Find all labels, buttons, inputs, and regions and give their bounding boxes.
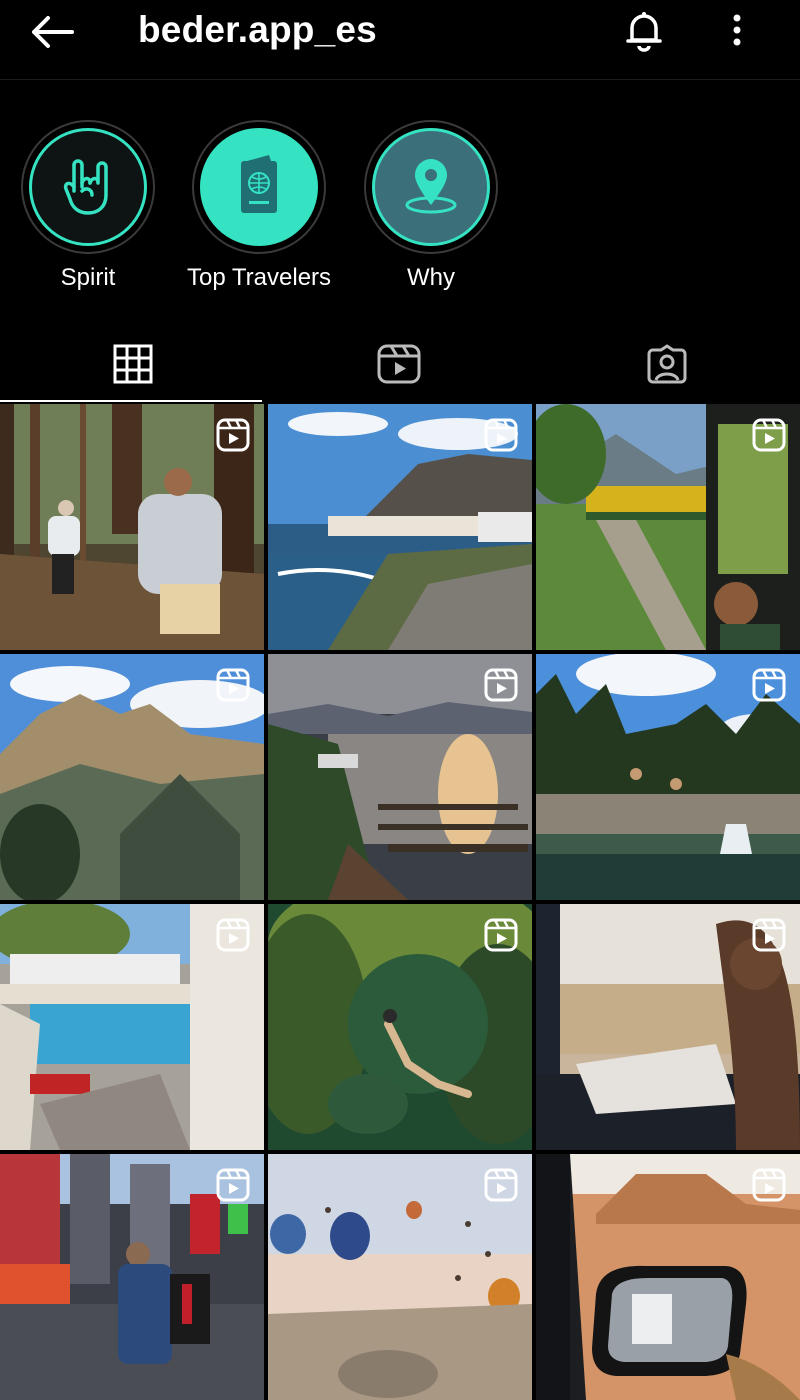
location-pin-icon — [372, 128, 490, 246]
top-bar: beder.app_es — [0, 0, 800, 80]
tab-reels[interactable] — [266, 326, 532, 402]
grid-post[interactable] — [268, 654, 532, 900]
profile-username: beder.app_es — [138, 9, 377, 50]
bell-icon[interactable] — [620, 6, 668, 54]
profile-tabs — [0, 326, 800, 402]
highlight-why[interactable]: Why — [346, 120, 516, 292]
more-vertical-icon[interactable] — [722, 10, 752, 50]
rock-hand-icon — [29, 128, 147, 246]
grid-post[interactable] — [0, 654, 264, 900]
reel-icon — [752, 1168, 786, 1202]
highlight-label: Top Travelers — [186, 264, 332, 291]
reel-icon — [484, 918, 518, 952]
grid-post[interactable] — [536, 404, 800, 650]
highlight-ring — [21, 120, 155, 254]
reel-icon — [216, 418, 250, 452]
grid-post[interactable] — [268, 1154, 532, 1400]
tagged-user-icon — [647, 344, 687, 384]
tab-grid[interactable] — [0, 326, 266, 402]
highlight-top-travelers[interactable]: Top Travelers — [174, 120, 344, 292]
grid-post[interactable] — [536, 1154, 800, 1400]
reel-icon — [216, 918, 250, 952]
grid-post[interactable] — [268, 404, 532, 650]
grid-post[interactable] — [0, 404, 264, 650]
active-tab-indicator — [0, 400, 262, 402]
highlight-label: Why — [407, 264, 455, 291]
reel-icon — [484, 1168, 518, 1202]
reel-icon — [216, 668, 250, 702]
grid-post[interactable] — [268, 904, 532, 1150]
reel-icon — [216, 1168, 250, 1202]
highlight-spirit[interactable]: Spirit — [3, 120, 173, 292]
posts-grid — [0, 404, 800, 1400]
grid-post[interactable] — [0, 904, 264, 1150]
arrow-left-icon[interactable] — [28, 12, 76, 52]
reel-icon — [484, 668, 518, 702]
highlight-label: Spirit — [60, 264, 116, 291]
reel-icon — [484, 418, 518, 452]
reel-icon — [752, 668, 786, 702]
grid-post[interactable] — [536, 904, 800, 1150]
grid-post[interactable] — [0, 1154, 264, 1400]
tab-tagged[interactable] — [534, 326, 800, 402]
grid-icon — [113, 344, 153, 384]
reels-icon — [377, 344, 421, 384]
grid-post[interactable] — [536, 654, 800, 900]
reel-icon — [752, 918, 786, 952]
passport-icon — [200, 128, 318, 246]
highlight-ring — [192, 120, 326, 254]
story-highlights: Spirit Top Travelers Why — [0, 120, 800, 300]
reel-icon — [752, 418, 786, 452]
highlight-ring — [364, 120, 498, 254]
